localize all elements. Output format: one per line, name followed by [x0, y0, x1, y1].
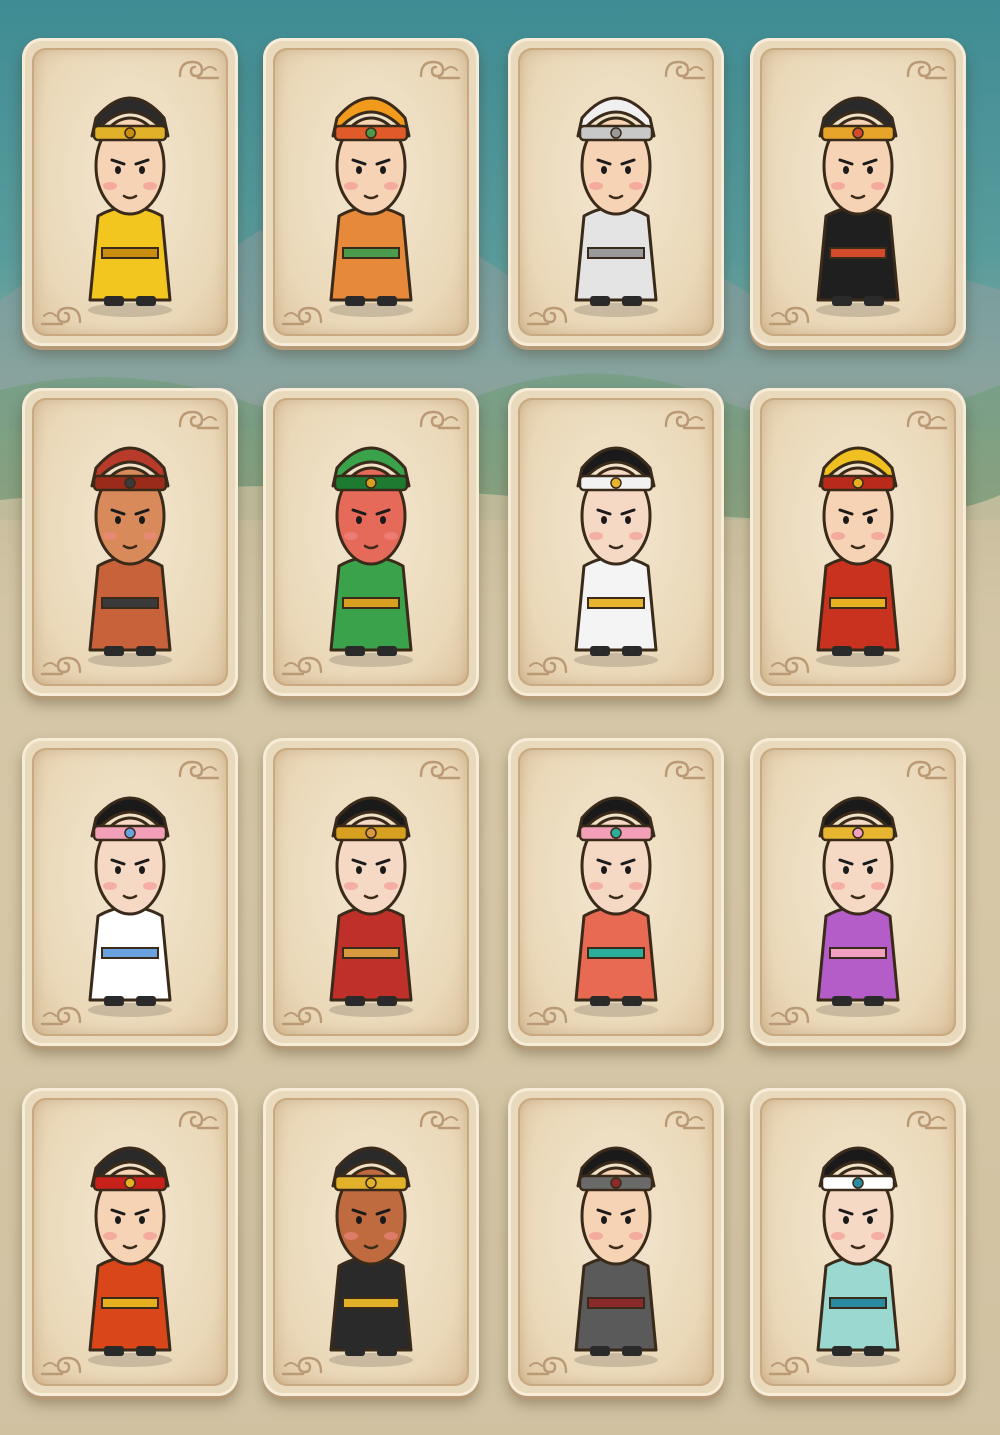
card-face	[760, 748, 956, 1036]
character-card[interactable]	[508, 738, 724, 1046]
card-face	[760, 48, 956, 336]
character-card[interactable]	[750, 738, 966, 1046]
character-card[interactable]	[750, 38, 966, 346]
character-card[interactable]	[263, 388, 479, 696]
official-crown-icon	[816, 96, 900, 317]
character-card[interactable]	[263, 1088, 479, 1396]
character-card[interactable]	[508, 38, 724, 346]
tiger-hood-icon	[329, 96, 413, 317]
card-face	[32, 1098, 228, 1386]
purple-lady-icon	[816, 796, 900, 1017]
red-scholar-icon	[88, 1146, 172, 1367]
character-card[interactable]	[22, 1088, 238, 1396]
chef-hat-icon	[574, 96, 658, 317]
card-face	[760, 1098, 956, 1386]
character-card[interactable]	[508, 388, 724, 696]
character-card[interactable]	[22, 388, 238, 696]
character-card[interactable]	[750, 388, 966, 696]
character-card-grid	[0, 0, 1000, 1435]
teal-maiden-icon	[816, 1146, 900, 1367]
green-general-icon	[329, 446, 413, 667]
maiden-basket-icon	[88, 796, 172, 1017]
card-face	[518, 1098, 714, 1386]
card-face	[760, 398, 956, 686]
lotus-lady-icon	[574, 796, 658, 1017]
monk-staff-icon	[816, 446, 900, 667]
card-face	[518, 48, 714, 336]
character-card[interactable]	[508, 1088, 724, 1396]
card-face	[273, 398, 469, 686]
card-face	[32, 48, 228, 336]
pipa-lady-icon	[329, 796, 413, 1017]
character-card[interactable]	[22, 38, 238, 346]
bearded-warrior-icon	[88, 446, 172, 667]
character-card[interactable]	[263, 738, 479, 1046]
card-face	[518, 748, 714, 1036]
card-face	[273, 48, 469, 336]
character-card[interactable]	[22, 738, 238, 1046]
white-robe-lady-icon	[574, 446, 658, 667]
swordsman-icon	[574, 1146, 658, 1367]
card-face	[518, 398, 714, 686]
character-card[interactable]	[263, 38, 479, 346]
card-face	[32, 398, 228, 686]
card-face	[273, 1098, 469, 1386]
card-face	[32, 748, 228, 1036]
character-card[interactable]	[750, 1088, 966, 1396]
judge-bao-icon	[329, 1146, 413, 1367]
emperor-guard-icon	[88, 96, 172, 317]
card-face	[273, 748, 469, 1036]
